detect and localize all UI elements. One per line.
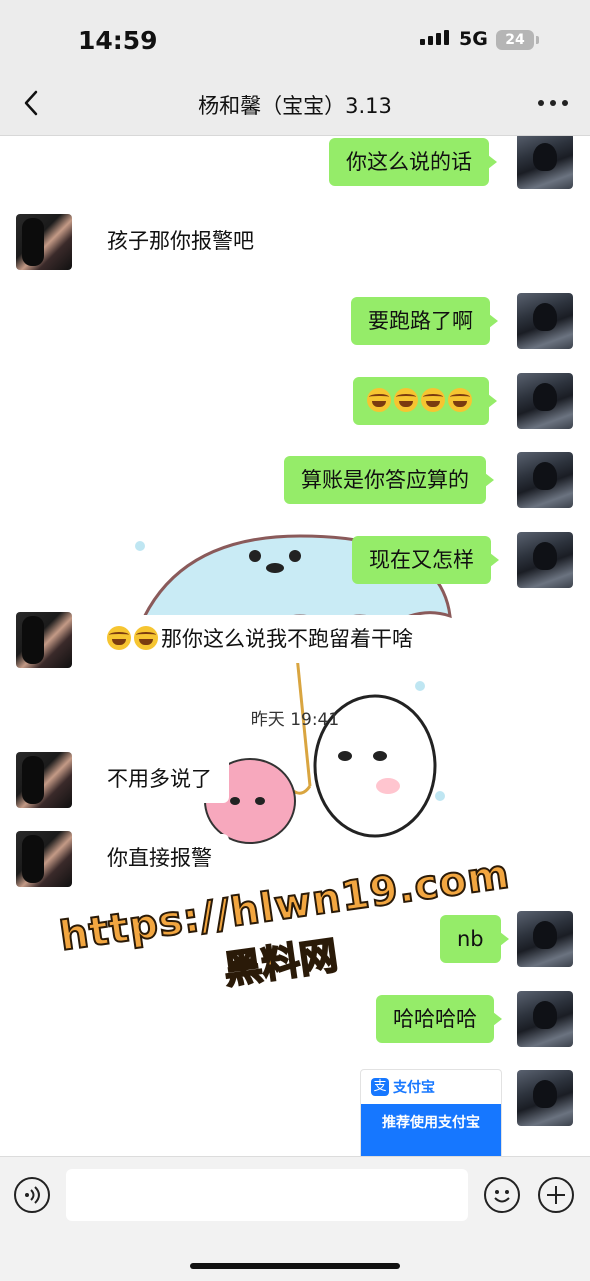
alipay-headline: 推荐使用支付宝	[361, 1104, 501, 1156]
more-dots-icon[interactable]	[538, 100, 568, 108]
voice-icon[interactable]	[14, 1177, 50, 1213]
my-avatar[interactable]	[517, 452, 573, 508]
chat-area[interactable]: 你这么说的话 孩子那你报警吧 要跑路了啊 算账是你答应算的 现在又怎样 那你这么…	[0, 136, 590, 1156]
battery-icon: 24	[496, 30, 534, 50]
message-bubble-right[interactable]: 要跑路了啊	[351, 297, 498, 345]
laugh-cry-emoji-icon	[448, 388, 472, 412]
my-avatar[interactable]	[517, 373, 573, 429]
alipay-brand: 支付宝	[393, 1080, 435, 1096]
message-bubble-left[interactable]: 那你这么说我不跑留着干啥	[90, 615, 430, 663]
message-bubble-right[interactable]: nb	[440, 915, 509, 963]
message-bubble-right[interactable]: 哈哈哈哈	[376, 995, 502, 1043]
my-avatar[interactable]	[517, 293, 573, 349]
contact-avatar[interactable]	[16, 214, 72, 270]
laugh-cry-emoji-icon	[367, 388, 391, 412]
status-time: 14:59	[78, 26, 158, 55]
my-avatar[interactable]	[517, 136, 573, 189]
alipay-card-header: 支 支付宝	[361, 1070, 501, 1104]
emoji-icon[interactable]	[484, 1177, 520, 1213]
message-bubble-left[interactable]: 不用多说了	[90, 755, 229, 803]
my-avatar[interactable]	[517, 532, 573, 588]
alipay-icon: 支	[371, 1078, 389, 1096]
contact-avatar[interactable]	[16, 612, 72, 668]
laugh-cry-emoji-icon	[421, 388, 445, 412]
contact-avatar[interactable]	[16, 831, 72, 887]
message-bubble-left[interactable]: 孩子那你报警吧	[90, 217, 271, 265]
my-avatar[interactable]	[517, 1070, 573, 1126]
contact-avatar[interactable]	[16, 752, 72, 808]
input-bar	[0, 1156, 590, 1281]
message-bubble-left[interactable]: 你直接报警	[90, 834, 229, 882]
battery-tip	[536, 36, 539, 44]
laugh-cry-emoji-icon	[107, 626, 131, 650]
laugh-cry-emoji-icon	[394, 388, 418, 412]
message-timestamp: 昨天 19:41	[250, 710, 340, 730]
message-bubble-emoji[interactable]	[353, 377, 497, 425]
network-type: 5G	[459, 28, 488, 50]
my-avatar[interactable]	[517, 991, 573, 1047]
my-avatar[interactable]	[517, 911, 573, 967]
alipay-card[interactable]: 支 支付宝 推荐使用支付宝	[360, 1069, 502, 1156]
plus-icon[interactable]	[538, 1177, 574, 1213]
message-bubble-right[interactable]: 算账是你答应算的	[284, 456, 494, 504]
laugh-cry-emoji-icon	[134, 626, 158, 650]
signal-icon	[420, 30, 449, 45]
message-bubble-right[interactable]: 现在又怎样	[352, 536, 499, 584]
home-indicator	[190, 1263, 400, 1269]
chat-title[interactable]: 杨和馨（宝宝）3.13	[0, 90, 590, 120]
top-bar: 14:59 5G 24 杨和馨（宝宝）3.13	[0, 0, 590, 136]
message-text: 那你这么说我不跑留着干啥	[161, 627, 413, 651]
message-input[interactable]	[66, 1169, 468, 1221]
message-bubble-right[interactable]: 你这么说的话	[329, 138, 497, 186]
